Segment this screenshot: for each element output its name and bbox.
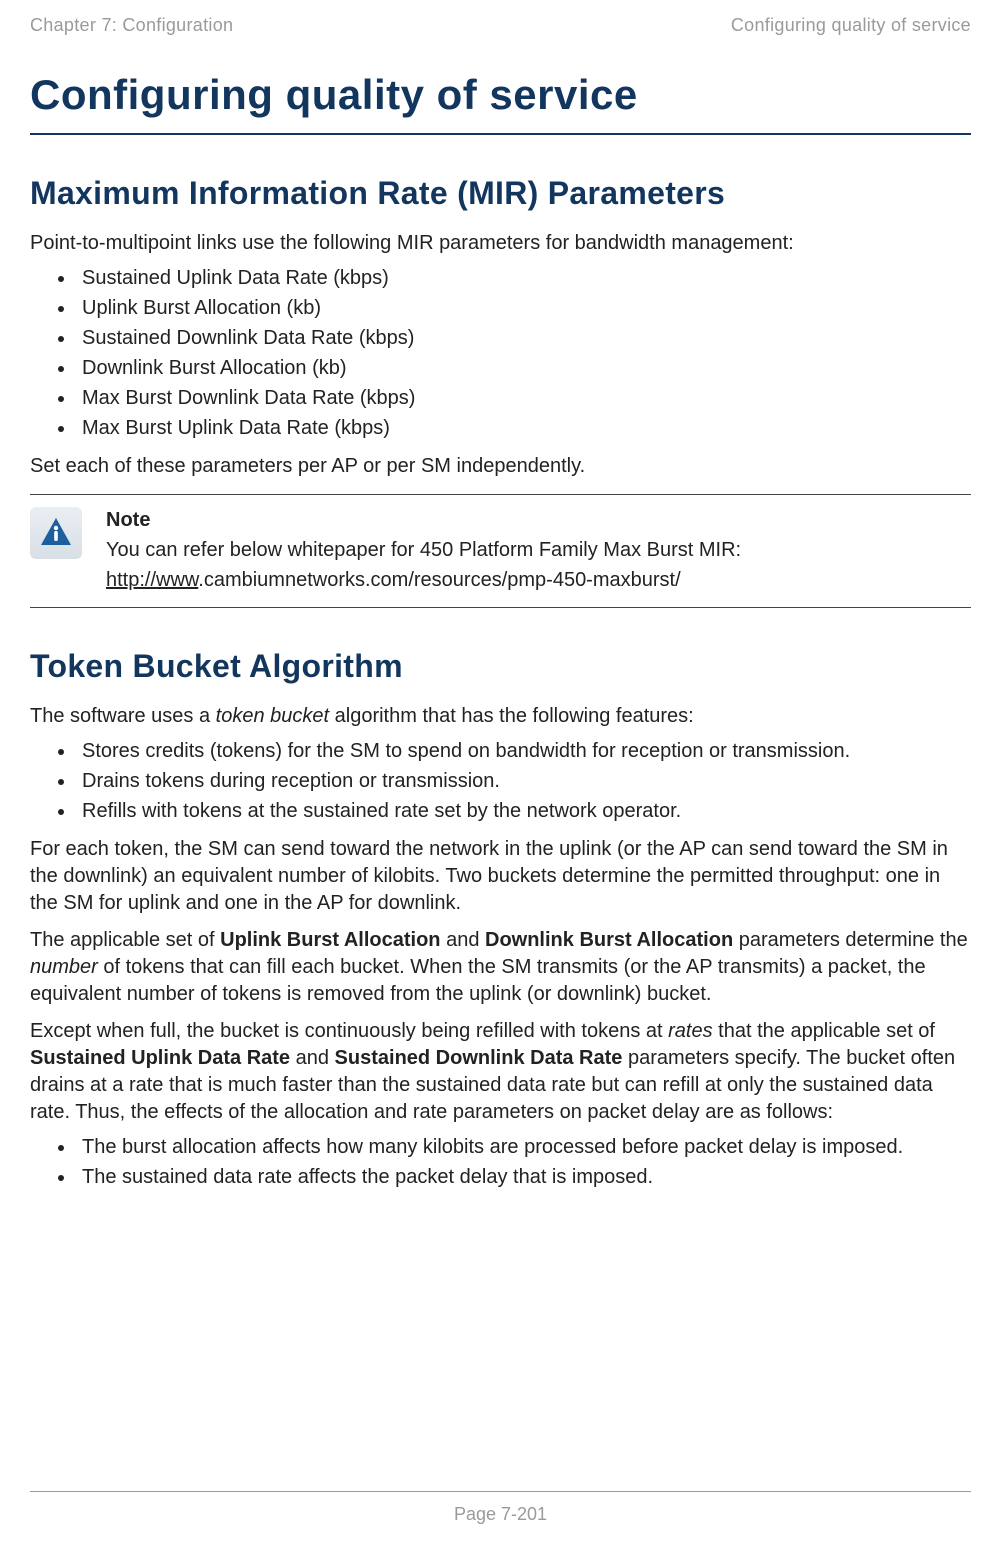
- text: and: [441, 929, 485, 951]
- text: and: [290, 1047, 334, 1069]
- page: Chapter 7: Configuration Configuring qua…: [0, 0, 1001, 1555]
- note-link-underlined[interactable]: http://www: [106, 569, 198, 591]
- text-italic: token bucket: [216, 705, 329, 727]
- page-title: Configuring quality of service: [30, 71, 971, 135]
- text: algorithm that has the following feature…: [329, 705, 694, 727]
- list-item: Sustained Uplink Data Rate (kbps): [76, 263, 971, 293]
- list-item: Max Burst Downlink Data Rate (kbps): [76, 383, 971, 413]
- text-italic: number: [30, 956, 98, 978]
- header-right: Configuring quality of service: [731, 15, 971, 36]
- mir-list: Sustained Uplink Data Rate (kbps) Uplink…: [30, 263, 971, 443]
- note-link-rest: .cambiumnetworks.com/resources/pmp-450-m…: [198, 569, 680, 591]
- text: of tokens that can fill each bucket. Whe…: [30, 956, 926, 1005]
- text-bold: Uplink Burst Allocation: [220, 929, 440, 951]
- note-block: Note You can refer below whitepaper for …: [30, 494, 971, 608]
- section-mir-title: Maximum Information Rate (MIR) Parameter…: [30, 175, 971, 212]
- page-footer: Page 7-201: [30, 1491, 971, 1525]
- token-para-each: For each token, the SM can send toward t…: [30, 836, 971, 917]
- token-list: Stores credits (tokens) for the SM to sp…: [30, 736, 971, 826]
- text: The applicable set of: [30, 929, 220, 951]
- list-item: Downlink Burst Allocation (kb): [76, 353, 971, 383]
- token-para-except: Except when full, the bucket is continuo…: [30, 1018, 971, 1126]
- section-token-title: Token Bucket Algorithm: [30, 648, 971, 685]
- note-link[interactable]: http://www.cambiumnetworks.com/resources…: [106, 565, 971, 595]
- text: that the applicable set of: [713, 1020, 935, 1042]
- list-item: Sustained Downlink Data Rate (kbps): [76, 323, 971, 353]
- header-left: Chapter 7: Configuration: [30, 15, 233, 36]
- mir-closing: Set each of these parameters per AP or p…: [30, 453, 971, 480]
- list-item: The burst allocation affects how many ki…: [76, 1132, 971, 1162]
- list-item: The sustained data rate affects the pack…: [76, 1162, 971, 1192]
- text: Except when full, the bucket is continuo…: [30, 1020, 668, 1042]
- text-bold: Downlink Burst Allocation: [485, 929, 733, 951]
- list-item: Uplink Burst Allocation (kb): [76, 293, 971, 323]
- list-item: Stores credits (tokens) for the SM to sp…: [76, 736, 971, 766]
- mir-intro: Point-to-multipoint links use the follow…: [30, 230, 971, 257]
- list-item: Max Burst Uplink Data Rate (kbps): [76, 413, 971, 443]
- token-para-applicable: The applicable set of Uplink Burst Alloc…: [30, 927, 971, 1008]
- note-label: Note: [106, 505, 971, 535]
- text-bold: Sustained Downlink Data Rate: [335, 1047, 623, 1069]
- note-line: You can refer below whitepaper for 450 P…: [106, 535, 971, 565]
- text: parameters determine the: [733, 929, 968, 951]
- text: The software uses a: [30, 705, 216, 727]
- note-content: Note You can refer below whitepaper for …: [106, 505, 971, 595]
- token-effects-list: The burst allocation affects how many ki…: [30, 1132, 971, 1192]
- note-icon: [30, 507, 82, 559]
- list-item: Refills with tokens at the sustained rat…: [76, 796, 971, 826]
- list-item: Drains tokens during reception or transm…: [76, 766, 971, 796]
- page-header: Chapter 7: Configuration Configuring qua…: [30, 15, 971, 36]
- text-italic: rates: [668, 1020, 712, 1042]
- text-bold: Sustained Uplink Data Rate: [30, 1047, 290, 1069]
- token-intro: The software uses a token bucket algorit…: [30, 703, 971, 730]
